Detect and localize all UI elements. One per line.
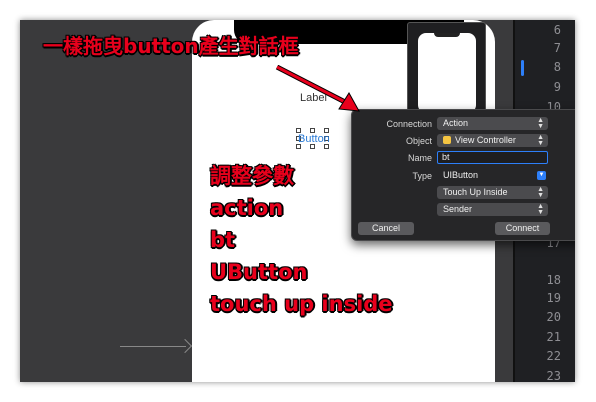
- arguments-value: Sender: [443, 204, 473, 214]
- object-value: View Controller: [455, 135, 516, 145]
- chevron-down-icon[interactable]: ▼: [537, 171, 546, 180]
- connect-button[interactable]: Connect: [495, 222, 550, 235]
- line-number: 19: [546, 291, 561, 305]
- event-value: Touch Up Inside: [443, 187, 508, 197]
- connection-select[interactable]: Action ▲ ▼: [437, 117, 548, 130]
- stepper-icon: ▲ ▼: [537, 186, 544, 199]
- annotation-step: touch up inside: [210, 292, 393, 316]
- connection-label: Connection: [386, 119, 432, 129]
- line-number: 18: [546, 273, 561, 287]
- line-number: 23: [546, 369, 561, 382]
- annotation-step: 調整參數: [210, 164, 294, 188]
- type-combo[interactable]: UIButton ▼: [437, 169, 548, 182]
- line-number: 21: [546, 330, 561, 344]
- stepper-icon: ▲ ▼: [537, 134, 544, 147]
- connection-value: Action: [443, 118, 469, 128]
- storyboard-button[interactable]: Button: [298, 133, 330, 145]
- line-number: 22: [546, 349, 561, 363]
- stepper-icon: ▲ ▼: [537, 117, 544, 130]
- annotation-step: action: [210, 196, 284, 220]
- scene-thumbnail-notch: [434, 33, 460, 37]
- annotation-arrow: [275, 65, 360, 112]
- annotation-steps: 調整參數 action bt UButton touch up inside: [210, 160, 393, 320]
- stepper-icon: ▲ ▼: [537, 203, 544, 216]
- annotation-step: UButton: [210, 260, 308, 284]
- line-number: 6: [553, 23, 561, 37]
- scene-thumbnail: [418, 33, 476, 113]
- line-number: 20: [546, 310, 561, 324]
- type-value: UIButton: [443, 170, 479, 180]
- line-number: 9: [553, 80, 561, 94]
- object-select[interactable]: View Controller ▲ ▼: [437, 134, 548, 147]
- annotation-step: bt: [210, 228, 236, 252]
- annotation-title: 一樣拖曳button產生對話框: [43, 34, 299, 58]
- name-input[interactable]: bt: [437, 151, 548, 164]
- event-select[interactable]: Touch Up Inside ▲ ▼: [437, 186, 548, 199]
- entry-point-arrow: [120, 346, 186, 347]
- view-controller-icon: [443, 136, 451, 144]
- line-number: 8: [553, 60, 561, 74]
- object-label: Object: [405, 136, 432, 146]
- line-number: 7: [553, 41, 561, 55]
- arguments-select[interactable]: Sender ▲ ▼: [437, 203, 548, 216]
